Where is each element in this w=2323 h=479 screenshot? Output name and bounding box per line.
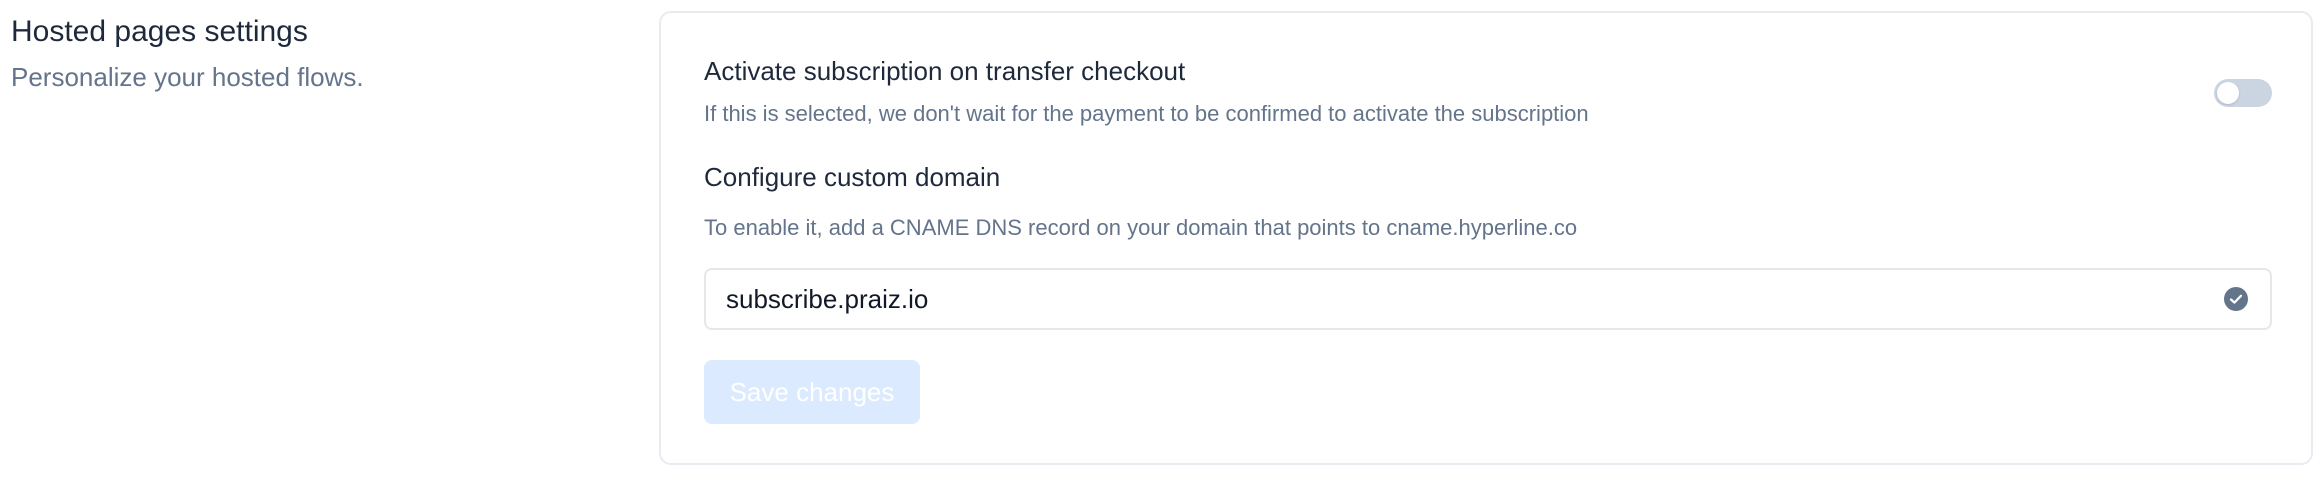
toggle-knob	[2217, 82, 2239, 104]
section-title: Hosted pages settings	[11, 15, 308, 48]
custom-domain-title: Configure custom domain	[704, 162, 1001, 192]
section-subtitle: Personalize your hosted flows.	[11, 62, 364, 92]
hosted-pages-settings-page: Hosted pages settings Personalize your h…	[0, 0, 2323, 479]
section-header: Hosted pages settings Personalize your h…	[11, 14, 611, 94]
custom-domain-field	[704, 268, 2272, 330]
settings-card: Activate subscription on transfer checko…	[659, 11, 2313, 465]
custom-domain-input[interactable]	[726, 270, 2166, 328]
custom-domain-description: To enable it, add a CNAME DNS record on …	[704, 215, 1578, 240]
transfer-checkout-title: Activate subscription on transfer checko…	[704, 56, 1186, 86]
transfer-checkout-description: If this is selected, we don't wait for t…	[704, 101, 1589, 126]
check-circle-icon	[2224, 287, 2248, 311]
save-changes-button[interactable]: Save changes	[704, 360, 920, 424]
transfer-checkout-toggle[interactable]	[2214, 79, 2272, 107]
